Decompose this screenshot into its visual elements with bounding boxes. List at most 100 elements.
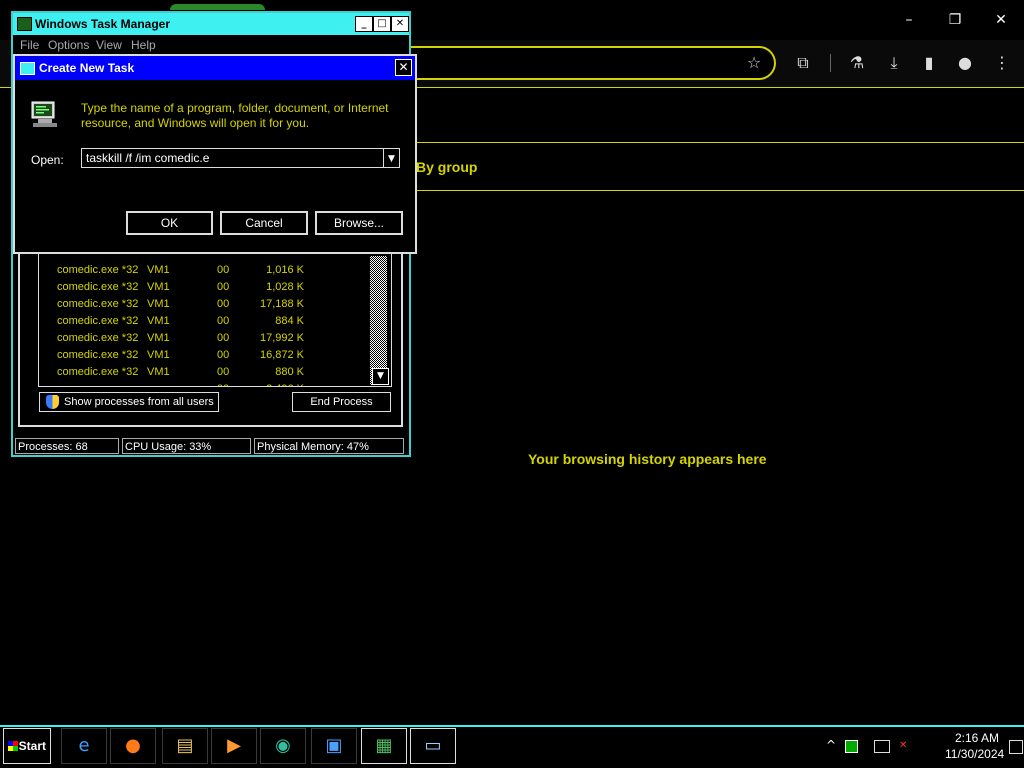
- task-manager-menubar: File Options View Help: [13, 35, 409, 53]
- dialog-close-button[interactable]: ✕: [395, 59, 412, 76]
- windows-logo-icon: [8, 741, 18, 751]
- taskbar-app-button[interactable]: ●: [110, 728, 156, 764]
- sidepanel-icon[interactable]: ▮: [918, 54, 940, 72]
- taskbar-app-button[interactable]: ▤: [162, 728, 208, 764]
- close-button[interactable]: ✕: [391, 16, 409, 32]
- process-user: VM1: [147, 298, 170, 310]
- tab-by-group[interactable]: By group: [416, 159, 477, 175]
- show-desktop-button[interactable]: [1009, 740, 1023, 754]
- show-hidden-icons-button[interactable]: ^: [826, 738, 836, 752]
- scroll-down-button[interactable]: ▼: [372, 368, 389, 385]
- status-memory: Physical Memory: 47%: [254, 438, 404, 454]
- clock-date[interactable]: 11/30/2024: [945, 747, 1004, 761]
- profile-icon[interactable]: ●: [954, 54, 976, 72]
- process-user: VM1: [147, 366, 170, 378]
- taskbar-app-button[interactable]: ◉: [260, 728, 306, 764]
- process-user: VM1: [147, 264, 170, 276]
- address-bar[interactable]: [400, 46, 776, 80]
- end-process-button[interactable]: End Process: [292, 392, 391, 412]
- browse-button[interactable]: Browse...: [315, 211, 403, 235]
- process-name: comedic.exe *32: [57, 264, 139, 276]
- open-dropdown-button[interactable]: ▼: [383, 148, 400, 168]
- tabs-divider: [415, 190, 1024, 191]
- internet-explorer-icon: e: [78, 735, 90, 756]
- process-name: comedic.exe *32: [57, 332, 139, 344]
- show-all-users-button[interactable]: Show processes from all users: [39, 392, 219, 412]
- ok-button[interactable]: OK: [126, 211, 213, 235]
- start-button[interactable]: Start: [3, 728, 51, 764]
- process-row[interactable]: comedic.exe *32 VM1 00 1,028 K: [39, 279, 369, 296]
- browser-minimize-button[interactable]: –: [886, 8, 932, 32]
- process-name: comedic.exe *32: [57, 298, 139, 310]
- process-row[interactable]: csrss.exe 00 2,496 K: [39, 381, 369, 386]
- process-user: VM1: [147, 281, 170, 293]
- run-dialog-icon: ▭: [424, 735, 442, 756]
- open-field[interactable]: taskkill /f /im comedic.e: [81, 148, 384, 168]
- process-cpu: 00: [217, 281, 230, 293]
- menu-help[interactable]: Help: [131, 38, 156, 52]
- task-manager-icon: ▦: [375, 735, 393, 756]
- cancel-button[interactable]: Cancel: [220, 211, 308, 235]
- firefox-icon: ●: [125, 735, 141, 756]
- start-label: Start: [18, 739, 46, 753]
- status-cpu: CPU Usage: 33%: [122, 438, 251, 454]
- process-row[interactable]: comedic.exe *32 VM1 00 17,188 K: [39, 296, 369, 313]
- process-user: VM1: [147, 349, 170, 361]
- taskbar-app-button[interactable]: ▭: [410, 728, 456, 764]
- process-list-scrollbar[interactable]: [370, 256, 387, 385]
- process-row[interactable]: comedic.exe *32 VM1 00 17,992 K: [39, 330, 369, 347]
- process-name: comedic.exe *32: [57, 281, 139, 293]
- minimize-button[interactable]: _: [355, 16, 373, 32]
- process-list[interactable]: comedic.exe *32 VM1 00 1,016 K comedic.exe *…: [38, 253, 392, 387]
- browser-close-button[interactable]: ✕: [978, 8, 1024, 32]
- menu-file[interactable]: File: [20, 38, 39, 52]
- process-row[interactable]: comedic.exe *32 VM1 00 1,016 K: [39, 262, 369, 279]
- menu-view[interactable]: View: [96, 38, 122, 52]
- extension-icon[interactable]: ⧉: [792, 54, 814, 72]
- status-processes: Processes: 68: [15, 438, 119, 454]
- dialog-title: Create New Task: [39, 61, 135, 75]
- process-name: comedic.exe *32: [57, 315, 139, 327]
- process-cpu: 00: [217, 366, 230, 378]
- star-icon[interactable]: ☆: [743, 54, 765, 72]
- volume-muted-icon[interactable]: ✕: [899, 740, 911, 752]
- process-row[interactable]: comedic.exe *32 VM1 00 16,872 K: [39, 347, 369, 364]
- task-manager-icon: [20, 62, 35, 75]
- dialog-instructions: Type the name of a program, folder, docu…: [81, 101, 389, 130]
- process-mem: 1,016 K: [266, 264, 304, 276]
- process-row[interactable]: comedic.exe *32 VM1 00 880 K: [39, 364, 369, 381]
- header-divider: [415, 142, 1024, 143]
- process-mem: 1,028 K: [266, 281, 304, 293]
- process-mem: 17,992 K: [259, 332, 304, 344]
- taskbar-app-button[interactable]: ▶: [211, 728, 257, 764]
- menu-options[interactable]: Options: [48, 38, 89, 52]
- media-player-icon: ▶: [227, 735, 241, 756]
- download-icon[interactable]: ⤓: [883, 54, 905, 72]
- browser-tab[interactable]: [170, 4, 265, 10]
- labs-icon[interactable]: ⚗: [846, 54, 868, 72]
- task-manager-icon: [17, 17, 32, 31]
- status-bar: Processes: 68 CPU Usage: 33% Physical Me…: [15, 438, 407, 456]
- process-mem: 16,872 K: [259, 349, 304, 361]
- globe-app-icon: ◉: [275, 735, 291, 756]
- process-name: csrss.exe: [57, 383, 103, 386]
- computer-run-icon: [30, 100, 60, 128]
- dialog-titlebar[interactable]: Create New Task ✕: [15, 56, 415, 80]
- browser-restore-button[interactable]: ❐: [932, 8, 978, 32]
- process-mem: 880 K: [275, 366, 304, 378]
- process-row[interactable]: comedic.exe *32 VM1 00 884 K: [39, 313, 369, 330]
- process-mem: 2,496 K: [249, 383, 304, 386]
- taskbar-app-button[interactable]: ▣: [311, 728, 357, 764]
- create-new-task-dialog: Create New Task ✕ Type the name of a pro…: [13, 54, 417, 254]
- tray-app-icon[interactable]: [845, 740, 858, 753]
- network-icon[interactable]: [874, 740, 890, 753]
- task-manager-titlebar[interactable]: Windows Task Manager _ □ ✕: [13, 13, 409, 35]
- taskbar-app-button[interactable]: e: [61, 728, 107, 764]
- maximize-button[interactable]: □: [373, 16, 391, 32]
- file-explorer-icon: ▤: [176, 735, 194, 756]
- process-mem: 17,188 K: [259, 298, 304, 310]
- clock-time[interactable]: 2:16 AM: [955, 731, 999, 745]
- more-icon[interactable]: ⋮: [991, 54, 1013, 72]
- process-cpu: 00: [217, 298, 230, 310]
- taskbar-app-button[interactable]: ▦: [361, 728, 407, 764]
